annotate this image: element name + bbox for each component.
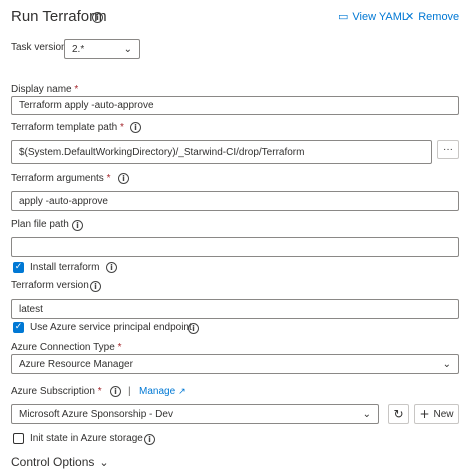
required-marker: *	[119, 122, 124, 133]
chevron-down-icon: ⌄	[442, 358, 451, 370]
info-icon[interactable]: i	[144, 434, 155, 445]
refresh-button[interactable]: ↻	[388, 404, 409, 424]
terraform-version-input[interactable]: latest	[11, 299, 459, 319]
display-name-input[interactable]: Terraform apply -auto-approve	[11, 96, 459, 115]
arguments-value: apply -auto-approve	[19, 195, 108, 207]
display-name-label: Display name *	[11, 84, 78, 95]
connection-type-value: Azure Resource Manager	[19, 358, 133, 370]
refresh-icon: ↻	[393, 407, 404, 421]
terraform-version-label: Terraform version	[11, 280, 89, 291]
required-marker: *	[117, 342, 122, 353]
yaml-icon: ▭	[338, 10, 349, 23]
task-version-label: Task version	[11, 42, 67, 53]
ellipsis-icon: ···	[443, 144, 453, 155]
required-marker: *	[74, 84, 79, 95]
chevron-down-icon: ⌄	[362, 408, 371, 420]
new-button[interactable]: + New	[414, 404, 459, 424]
control-options-toggle[interactable]: Control Options ⌄	[11, 455, 109, 469]
use-service-principal-checkbox[interactable]: ✓	[13, 322, 24, 333]
view-yaml-label: View YAML	[352, 10, 409, 23]
task-version-select[interactable]: 2.* ⌄	[64, 39, 140, 59]
subscription-label: Azure Subscription *	[11, 386, 102, 397]
template-path-label: Terraform template path *	[11, 122, 124, 133]
display-name-value: Terraform apply -auto-approve	[19, 100, 154, 111]
display-name-label-text: Display name	[11, 84, 72, 95]
subscription-select[interactable]: Microsoft Azure Sponsorship - Dev ⌄	[11, 404, 379, 424]
info-icon[interactable]: i	[118, 173, 129, 184]
use-service-principal-label: Use Azure service principal endpoint	[30, 322, 192, 333]
arguments-label-text: Terraform arguments	[11, 173, 104, 184]
terraform-version-value: latest	[19, 303, 43, 315]
manage-label: Manage	[139, 386, 176, 397]
template-path-input[interactable]: $(System.DefaultWorkingDirectory)/_Starw…	[11, 140, 432, 164]
info-icon[interactable]: i	[92, 12, 103, 23]
remove-button[interactable]: ✕ Remove	[405, 10, 459, 23]
info-icon[interactable]: i	[72, 220, 83, 231]
task-version-value: 2.*	[72, 43, 85, 55]
control-options-label: Control Options	[11, 455, 95, 469]
install-terraform-checkbox[interactable]: ✓	[13, 262, 24, 273]
close-icon: ✕	[405, 10, 415, 23]
info-icon[interactable]: i	[106, 262, 117, 273]
new-label: New	[433, 408, 454, 420]
info-icon[interactable]: i	[110, 386, 121, 397]
connection-type-label: Azure Connection Type *	[11, 342, 121, 353]
manage-link[interactable]: Manage ↗	[139, 386, 186, 397]
init-state-label: Init state in Azure storage	[30, 433, 143, 444]
connection-type-select[interactable]: Azure Resource Manager ⌄	[11, 354, 459, 374]
plus-icon: +	[419, 407, 430, 421]
external-link-icon: ↗	[178, 386, 186, 397]
info-icon[interactable]: i	[90, 281, 101, 292]
separator: |	[128, 386, 131, 397]
chevron-down-icon: ⌄	[99, 455, 109, 469]
chevron-down-icon: ⌄	[123, 43, 132, 55]
plan-file-input[interactable]	[11, 237, 459, 257]
arguments-label: Terraform arguments *	[11, 173, 111, 184]
view-yaml-button[interactable]: ▭ View YAML	[338, 10, 408, 23]
template-path-label-text: Terraform template path	[11, 122, 118, 133]
info-icon[interactable]: i	[188, 323, 199, 334]
install-terraform-label: Install terraform	[30, 262, 100, 273]
template-path-value: $(System.DefaultWorkingDirectory)/_Starw…	[19, 146, 305, 158]
plan-file-label: Plan file path	[11, 219, 69, 230]
init-state-checkbox[interactable]	[13, 433, 24, 444]
connection-type-label-text: Azure Connection Type	[11, 342, 115, 353]
required-marker: *	[97, 386, 102, 397]
browse-button[interactable]: ···	[437, 140, 459, 159]
subscription-value: Microsoft Azure Sponsorship - Dev	[19, 408, 173, 420]
remove-label: Remove	[418, 10, 460, 23]
subscription-label-text: Azure Subscription	[11, 386, 95, 397]
required-marker: *	[106, 173, 111, 184]
arguments-input[interactable]: apply -auto-approve	[11, 191, 459, 211]
info-icon[interactable]: i	[130, 122, 141, 133]
